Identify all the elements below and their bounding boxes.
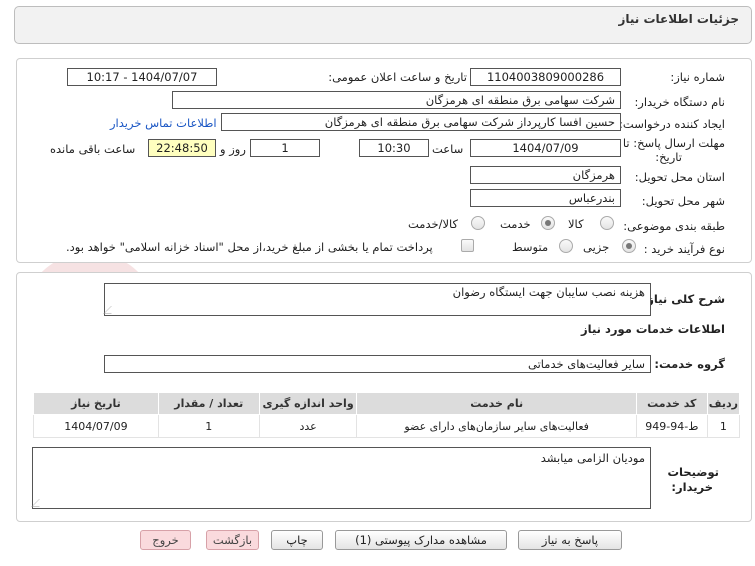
table-row: 1 ط-94-949 فعالیت‌های سایر سازمان‌های دا… xyxy=(33,414,741,438)
need-number-label: شماره نیاز: xyxy=(670,70,725,84)
category-service-text: خدمت xyxy=(500,217,531,231)
deadline-time-label: ساعت xyxy=(432,142,464,156)
process-medium-radio[interactable] xyxy=(559,239,573,253)
buyer-notes-label-2: خریدار: xyxy=(671,480,713,494)
services-section-title: اطلاعات خدمات مورد نیاز xyxy=(581,322,725,336)
buyer-notes-label: توضیحات xyxy=(667,465,720,479)
buyer-org-field: شرکت سهامی برق منطقه ای هرمزگان xyxy=(172,91,621,109)
need-number-field: 1104003809000286 xyxy=(470,68,621,86)
remaining-days-field: 1 xyxy=(250,139,320,157)
buyer-notes-text: مودیان الزامی میابشد xyxy=(540,451,645,465)
category-service-radio[interactable] xyxy=(541,216,555,230)
category-goods-service-radio[interactable] xyxy=(471,216,485,230)
deadline-date-field: 1404/07/09 xyxy=(470,139,621,157)
table-header-row: ردیف کد خدمت نام خدمت واحد اندازه گیری ت… xyxy=(33,392,741,415)
buyer-contact-link[interactable]: اطلاعات تماس خریدار xyxy=(110,116,217,130)
deadline-label: مهلت ارسال پاسخ: تا xyxy=(622,136,725,150)
col-need-date: تاریخ نیاز xyxy=(33,392,159,415)
service-group-label: گروه خدمت: xyxy=(654,357,725,371)
remaining-time-field: 22:48:50 xyxy=(148,139,216,157)
province-label: استان محل تحویل: xyxy=(634,170,725,184)
buyer-notes-textarea[interactable]: مودیان الزامی میابشد xyxy=(31,447,651,509)
deadline-time-field: 10:30 xyxy=(359,139,429,157)
print-button[interactable]: چاپ xyxy=(271,530,323,550)
remaining-time-label: ساعت باقی مانده xyxy=(50,142,136,156)
treasury-payment-checkbox[interactable] xyxy=(461,239,474,252)
cell-service-code: ط-94-949 xyxy=(635,414,708,438)
deadline-date-label: تاریخ: xyxy=(655,150,682,164)
announce-datetime-field: 1404/07/07 - 10:17 xyxy=(67,68,217,86)
resize-grip-icon[interactable] xyxy=(103,306,119,314)
category-goods-text: کالا xyxy=(568,217,584,231)
col-unit: واحد اندازه گیری xyxy=(258,392,358,415)
service-group-field: سایر فعالیت‌های خدماتی xyxy=(104,355,651,373)
category-goods-service-text: کالا/خدمت xyxy=(408,217,459,231)
exit-button[interactable]: خروج xyxy=(140,530,191,550)
creator-label: ایجاد کننده درخواست: xyxy=(619,117,725,131)
reply-button[interactable]: پاسخ به نیاز xyxy=(518,530,622,550)
buyer-org-label: نام دستگاه خریدار: xyxy=(634,95,725,109)
cell-need-date: 1404/07/09 xyxy=(33,414,159,438)
back-button[interactable]: بازگشت xyxy=(206,530,259,550)
category-goods-radio[interactable] xyxy=(600,216,614,230)
process-minor-radio[interactable] xyxy=(622,239,636,253)
process-medium-text: متوسط xyxy=(512,240,549,254)
days-label: روز و xyxy=(220,142,246,156)
col-service-code: کد خدمت xyxy=(635,392,708,415)
col-row-number: ردیف xyxy=(706,392,741,415)
announce-datetime-label: تاریخ و ساعت اعلان عمومی: xyxy=(328,70,467,84)
province-field: هرمزگان xyxy=(470,166,621,184)
view-attachments-button[interactable]: مشاهده مدارک پیوستی (1) xyxy=(335,530,507,550)
process-label: نوع فرآیند خرید : xyxy=(643,242,725,256)
col-service-name: نام خدمت xyxy=(356,392,637,415)
description-textarea[interactable]: هزینه نصب سایبان جهت ایستگاه رضوان xyxy=(103,283,651,316)
services-table: ردیف کد خدمت نام خدمت واحد اندازه گیری ت… xyxy=(33,392,741,438)
category-label: طبقه بندی موضوعی: xyxy=(623,219,725,233)
creator-field: حسین افسا کارپرداز شرکت سهامی برق منطقه … xyxy=(221,113,621,131)
city-label: شهر محل تحویل: xyxy=(641,194,725,208)
cell-unit: عدد xyxy=(258,414,358,438)
page-title: جزئیات اطلاعات نیاز xyxy=(618,12,739,26)
city-field: بندرعباس xyxy=(470,189,621,207)
cell-service-name: فعالیت‌های سایر سازمان‌های دارای عضو xyxy=(356,414,637,438)
cell-quantity: 1 xyxy=(157,414,260,438)
cell-row-number: 1 xyxy=(706,414,741,438)
treasury-payment-note: پرداخت تمام یا بخشی از مبلغ خرید،از محل … xyxy=(66,240,433,254)
description-text: هزینه نصب سایبان جهت ایستگاه رضوان xyxy=(452,285,645,299)
col-quantity: تعداد / مقدار xyxy=(157,392,260,415)
description-label: شرح کلی نیاز: xyxy=(642,292,725,306)
process-minor-text: جزیی xyxy=(583,240,610,254)
resize-grip-icon[interactable] xyxy=(31,499,47,507)
